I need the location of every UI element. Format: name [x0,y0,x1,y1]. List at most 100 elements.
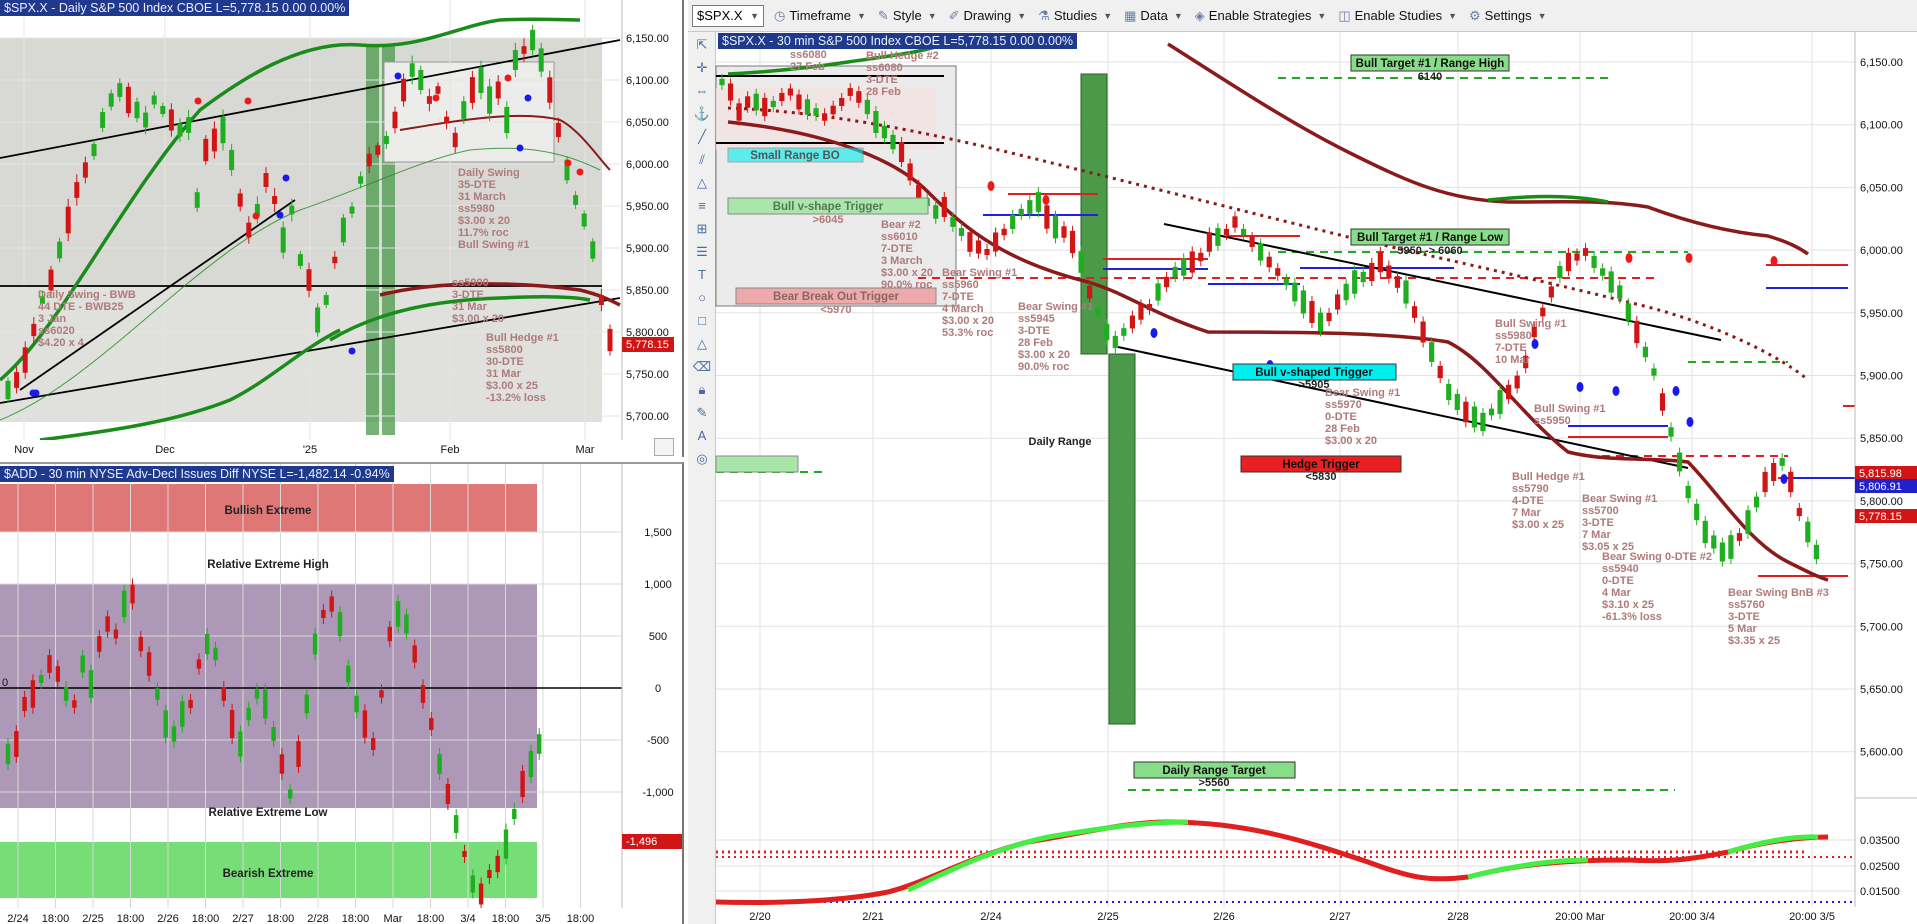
main-annotation-line: ss5950 [1534,415,1571,427]
add-candle [528,750,534,778]
add-candle [445,783,451,805]
main-candle [787,88,793,96]
main-candle [1249,236,1255,248]
signal-dot [1685,253,1693,263]
daily-y-tick: 5,850.00 [626,285,669,297]
main-candle [1360,271,1366,283]
main-candle [1634,320,1640,344]
timeframe-menu[interactable]: ◷ Timeframe ▼ [774,8,866,24]
add-x-tick: 18:00 [492,913,520,924]
add-candle [387,626,392,642]
daily-candle [48,269,54,291]
add-candle [196,659,202,669]
main-annotation-line: 7-DTE [942,291,974,303]
main-annotation-line: $3.00 x 20 [881,267,933,279]
add-candle [130,584,135,604]
data-menu[interactable]: ▦ Data ▼ [1124,8,1183,24]
signal-dot [504,74,512,82]
main-annotation-line: Bear Swing #1 [1325,387,1400,399]
add-candle [495,855,500,873]
svg-text:>5560: >5560 [1199,777,1230,789]
daily-candle [143,112,149,128]
daily-candle [392,111,398,129]
main-candle [1326,312,1332,322]
main-candle [770,100,776,108]
daily-candle [435,86,441,94]
main-candle [1659,393,1666,411]
daily-candle [426,96,432,104]
add-candle [80,655,85,673]
signal-dot [282,174,290,182]
main-x-tick: 20:00 Mar [1555,911,1605,923]
add-chart-pane[interactable]: Bullish Extreme Relative Extreme High Re… [0,462,684,924]
main-annotation-line: ss5760 [1728,599,1765,611]
daily-candle [289,205,295,215]
daily-candle [366,153,372,167]
add-candle [246,707,251,721]
add-x-tick: 2/26 [157,913,178,924]
svg-text:5,806.91: 5,806.91 [1859,481,1902,493]
main-annotation-line: 3-DTE [866,74,898,86]
main-y-tick: 5,800.00 [1860,496,1903,508]
symbol-input[interactable]: $SPX.X ▼ [692,4,764,27]
zone-label-low: Relative Extreme Low [209,807,328,819]
daily-candle [452,132,458,148]
main-candle [822,113,828,121]
main-candle [1198,252,1204,262]
daily-candle [100,112,106,128]
daily-annotation-line: 3-DTE [452,289,484,301]
daily-candle [160,106,166,114]
daily-candle [383,136,389,144]
main-annotation-line: $3.00 x 20 [1325,435,1377,447]
daily-candle [375,145,381,155]
svg-text:5,778.15: 5,778.15 [626,339,669,351]
main-annotation-line: 7-DTE [881,243,913,255]
main-candle [1377,251,1383,273]
main-candle [1420,321,1426,343]
main-annotation-line: -61.3% loss [1602,611,1662,623]
daily-candle [401,78,407,102]
enable-studies-menu[interactable]: ◫ Enable Studies ▼ [1338,8,1457,24]
add-candle [420,685,426,703]
main-candle [1506,384,1512,400]
main-candle [1463,401,1469,423]
drawing-menu[interactable]: ✐ Drawing ▼ [949,8,1027,24]
add-candle [404,614,409,634]
add-candle [537,734,542,754]
main-candle [1471,406,1477,428]
add-x-tick: 18:00 [42,913,70,924]
daily-annotation-line: 44 DTE - BWB25 [38,301,124,313]
daily-chart-pane[interactable]: 6,150.00 6,100.00 6,050.00 6,000.00 5,950.00… [0,0,684,457]
main-candle [1668,427,1674,437]
main-candle [1061,226,1067,238]
daily-candle [504,106,510,134]
scroll-right-button[interactable] [654,438,674,456]
main-candle [1796,507,1802,517]
enable-strategies-menu[interactable]: ◈ Enable Strategies ▼ [1195,8,1327,24]
main-candle [933,205,939,219]
settings-menu[interactable]: ⚙ Settings ▼ [1469,8,1547,24]
daily-annotation-line: 31 March [458,191,506,203]
daily-annotation-line: $3.00 x 20 [452,313,504,325]
main-annotation-line: ss5970 [1325,399,1362,411]
add-candle [205,633,210,655]
main-chart-pane[interactable]: $SPX.X ▼ ◷ Timeframe ▼ ✎ Style ▼ ✐ Drawing ▼ ⚗… [688,0,1917,924]
add-candle [487,869,492,879]
daily-candle [134,101,140,119]
main-candle [839,97,845,107]
main-candle [1788,471,1794,493]
main-annotation-line: 10 Mar [1495,354,1531,366]
main-x-tick: 20:00 3/4 [1669,911,1715,923]
main-candle [1446,383,1452,401]
add-candle [412,645,417,663]
main-candle [1411,306,1418,318]
add-candle [22,696,27,712]
style-menu[interactable]: ✎ Style ▼ [878,8,937,24]
daily-candle [340,217,346,243]
add-x-tick: 18:00 [417,913,445,924]
studies-menu[interactable]: ⚗ Studies ▼ [1038,8,1112,24]
main-annotation-line: 28 Feb [1325,423,1360,435]
main-y-tick: 5,750.00 [1860,559,1903,571]
main-candle [779,92,785,102]
add-candle [72,700,77,708]
